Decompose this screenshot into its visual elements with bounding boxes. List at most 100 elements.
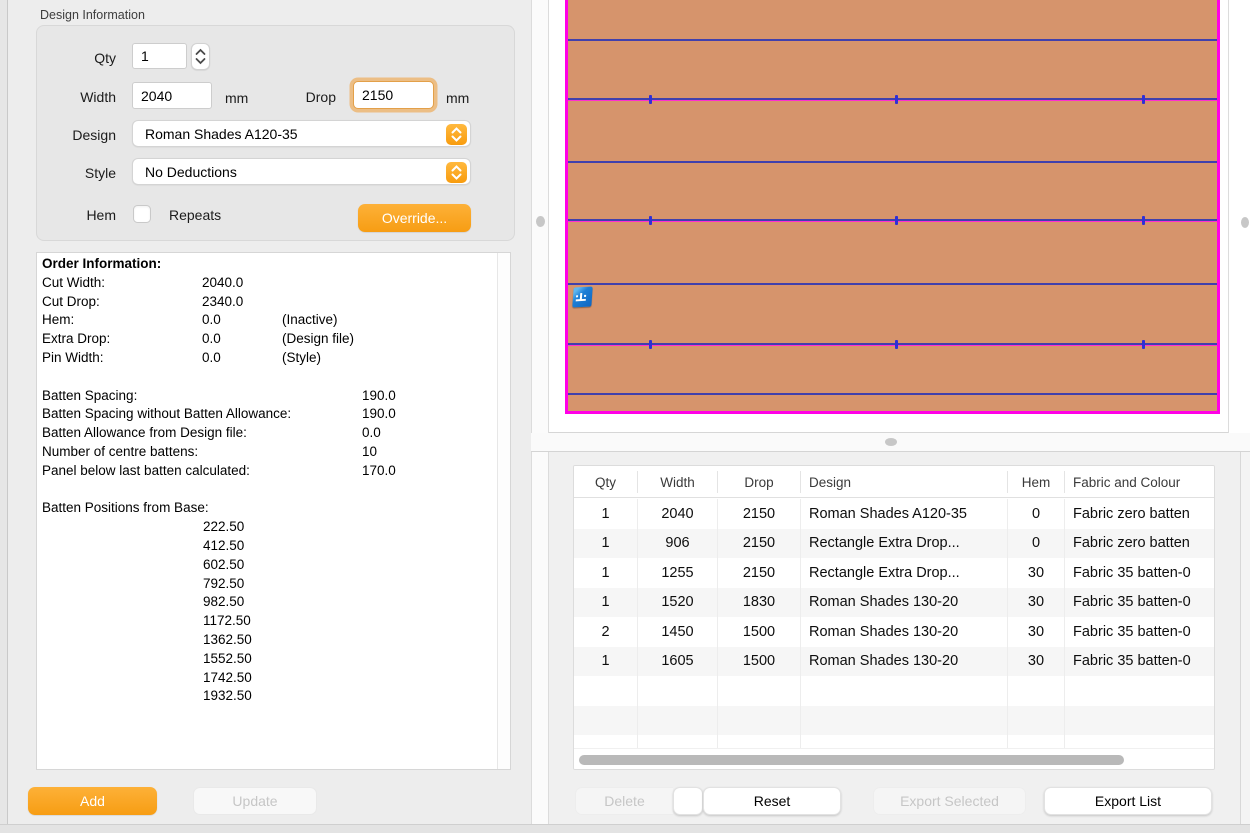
override-button[interactable]: Override... [358,204,471,232]
table-cell [801,735,1008,748]
order-list-table: QtyWidthDropDesignHemFabric and Colour 1… [573,465,1215,770]
style-select-value: No Deductions [145,164,237,180]
column-header-design[interactable]: Design [801,471,1008,493]
qty-stepper[interactable] [191,43,210,70]
order-info-line: Batten Spacing without Batten Allowance:… [42,406,494,425]
table-cell: Fabric 35 batten-0 [1065,558,1215,588]
reset-button[interactable]: Reset [703,787,841,815]
chevron-up-icon [195,48,206,56]
width-input[interactable]: 2040 [132,82,212,109]
table-cell: 30 [1008,647,1065,677]
table-row[interactable] [574,676,1215,706]
batten-tick [1142,95,1145,104]
order-info-line: 1362.50 [42,632,494,651]
table-cell [1008,706,1065,736]
order-info-line: 1172.50 [42,613,494,632]
table-cell [1065,735,1215,748]
batten-tick [649,340,652,349]
table-row[interactable]: 112552150Rectangle Extra Drop...30Fabric… [574,558,1215,588]
table-cell: 2150 [718,529,801,559]
table-row[interactable] [574,706,1215,736]
table-cell: Roman Shades 130-20 [801,588,1008,618]
column-header-width[interactable]: Width [638,471,718,493]
design-select[interactable]: Roman Shades A120-35 [132,120,471,147]
order-info-line: Cut Width:2040.0 [42,275,494,294]
hem-checkbox[interactable] [133,205,151,223]
order-information-box: Order Information:Cut Width:2040.0Cut Dr… [36,252,511,770]
width-unit: mm [225,90,248,106]
order-info-line: 982.50 [42,594,494,613]
list-spacer-button[interactable] [673,787,703,815]
order-info-line: 1552.50 [42,651,494,670]
design-panel: Design Information Qty 1 Width 2040 mm D… [8,0,531,824]
table-cell: 1 [574,647,638,677]
order-info-line: 222.50 [42,519,494,538]
table-cell: 1830 [718,588,801,618]
shade-preview-canvas[interactable] [549,0,1228,433]
table-row[interactable]: 120402150Roman Shades A120-350Fabric zer… [574,499,1215,529]
table-cell: 2150 [718,558,801,588]
qty-input[interactable]: 1 [132,43,187,69]
splitter-handle-icon[interactable] [536,216,545,227]
table-cell [574,706,638,736]
table-cell: 1500 [718,617,801,647]
style-select[interactable]: No Deductions [132,158,471,185]
order-info-line: Extra Drop:0.0(Design file) [42,331,494,350]
table-cell: Rectangle Extra Drop... [801,529,1008,559]
table-cell [574,676,638,706]
order-info-line: Hem:0.0(Inactive) [42,312,494,331]
table-cell: Roman Shades A120-35 [801,499,1008,529]
table-cell: Roman Shades 130-20 [801,647,1008,677]
drop-unit: mm [446,90,469,106]
panel-gutter [1241,452,1250,824]
table-row[interactable]: 115201830Roman Shades 130-2030Fabric 35 … [574,588,1215,618]
table-row[interactable]: 116051500Roman Shades 130-2030Fabric 35 … [574,647,1215,677]
table-cell: 2150 [718,499,801,529]
column-header-fabric-and-colour[interactable]: Fabric and Colour [1065,471,1215,493]
batten-tick [649,95,652,104]
table-cell: Fabric zero batten [1065,499,1215,529]
table-cell: Rectangle Extra Drop... [801,558,1008,588]
column-header-drop[interactable]: Drop [718,471,801,493]
order-info-text: Order Information:Cut Width:2040.0Cut Dr… [42,256,494,767]
table-cell [1065,706,1215,736]
table-cell: 1255 [638,558,718,588]
column-header-qty[interactable]: Qty [574,471,638,493]
order-info-line: 1932.50 [42,688,494,707]
table-cell: 1 [574,558,638,588]
order-info-line: 1742.50 [42,670,494,689]
seam-line [568,100,1217,101]
table-row[interactable]: 19062150Rectangle Extra Drop...0Fabric z… [574,529,1215,559]
batten-tick [1142,340,1145,349]
table-cell: 1 [574,529,638,559]
drop-input[interactable]: 2150 [353,81,434,109]
order-info-scrollbar[interactable] [497,253,510,769]
window-bottom-edge [0,824,1250,833]
splitter-handle-icon[interactable] [885,438,897,446]
table-cell [638,735,718,748]
table-horizontal-scrollbar[interactable] [574,748,1215,770]
column-header-hem[interactable]: Hem [1008,471,1065,493]
export-list-button[interactable]: Export List [1044,787,1212,815]
scrollbar-thumb[interactable] [579,755,1124,765]
repeats-label: Repeats [169,207,221,223]
horizontal-splitter[interactable] [531,433,1250,452]
table-row[interactable]: 214501500Roman Shades 130-2030Fabric 35 … [574,617,1215,647]
batten-marker-icon[interactable] [572,287,593,308]
table-cell [718,676,801,706]
table-cell: 2 [574,617,638,647]
vertical-splitter[interactable] [531,0,549,824]
scroll-handle-icon[interactable] [1241,217,1249,228]
table-cell [1008,676,1065,706]
table-cell [801,706,1008,736]
batten-line [568,393,1217,395]
table-cell: 30 [1008,617,1065,647]
right-scroll-gutter[interactable] [1228,0,1250,433]
table-body: 120402150Roman Shades A120-350Fabric zer… [574,499,1215,748]
shade-drawing [565,0,1220,414]
add-button[interactable]: Add [28,787,157,815]
table-row[interactable] [574,735,1215,748]
table-cell: 1 [574,499,638,529]
width-label: Width [49,89,116,105]
qty-label: Qty [49,50,116,66]
